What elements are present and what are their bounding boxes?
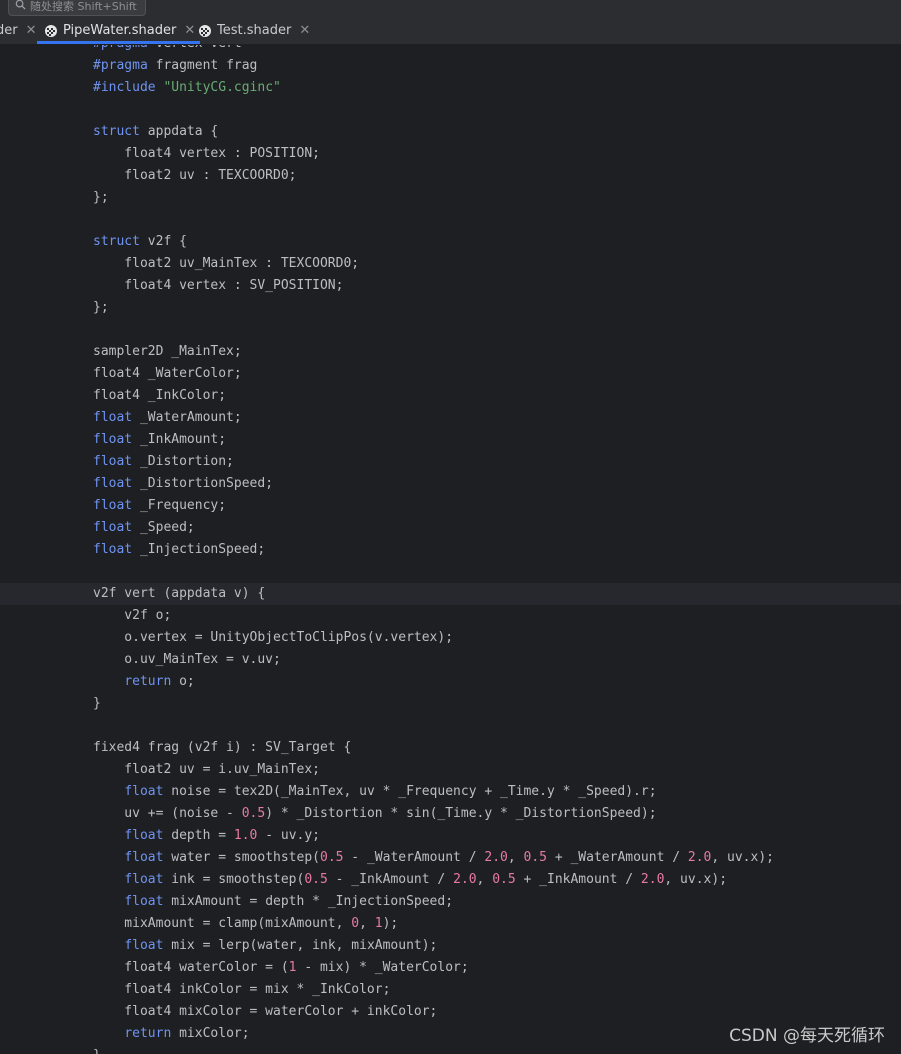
code-line[interactable]: #pragma vertex vert [0,45,901,55]
top-toolbar: 随处搜索 Shift+Shift [0,0,901,17]
code-line[interactable]: v2f o; [0,605,901,627]
code-line[interactable]: }; [0,187,901,209]
code-line[interactable]: float4 _InkColor; [0,385,901,407]
code-line[interactable]: float mixAmount = depth * _InjectionSpee… [0,891,901,913]
code-line[interactable]: float4 inkColor = mix * _InkColor; [0,979,901,1001]
code-line[interactable]: float depth = 1.0 - uv.y; [0,825,901,847]
tab-label: PipeWater.shader [63,23,177,38]
code-line[interactable]: }; [0,297,901,319]
editor-tab-bar: der ✕ PipeWater.shader ✕ Test.shader ✕ [0,17,901,45]
code-line[interactable]: float mix = lerp(water, ink, mixAmount); [0,935,901,957]
shader-file-icon [198,24,212,38]
search-placeholder: 随处搜索 Shift+Shift [30,0,137,13]
code-line[interactable]: fixed4 frag (v2f i) : SV_Target { [0,737,901,759]
search-icon [15,0,26,13]
tab-label: Test.shader [217,23,292,38]
code-line[interactable]: float water = smoothstep(0.5 - _WaterAmo… [0,847,901,869]
code-line[interactable]: float _InjectionSpeed; [0,539,901,561]
code-line[interactable]: #pragma fragment frag [0,55,901,77]
code-content[interactable]: #pragma vertex vert#pragma fragment frag… [0,45,901,1054]
code-line[interactable]: #include "UnityCG.cginc" [0,77,901,99]
code-line[interactable]: float2 uv_MainTex : TEXCOORD0; [0,253,901,275]
code-line[interactable] [0,319,901,341]
close-icon[interactable]: ✕ [299,23,310,38]
tab-pipewater-shader[interactable]: PipeWater.shader ✕ [37,17,201,44]
code-line[interactable]: float4 vertex : SV_POSITION; [0,275,901,297]
code-line[interactable] [0,715,901,737]
code-line[interactable]: o.uv_MainTex = v.uv; [0,649,901,671]
code-line[interactable]: float ink = smoothstep(0.5 - _InkAmount … [0,869,901,891]
tab-label: der [0,23,18,38]
code-line[interactable]: uv += (noise - 0.5) * _Distortion * sin(… [0,803,901,825]
code-line[interactable]: o.vertex = UnityObjectToClipPos(v.vertex… [0,627,901,649]
code-line[interactable]: } [0,1045,901,1054]
code-line[interactable] [0,561,901,583]
code-line[interactable] [0,99,901,121]
code-line[interactable]: struct v2f { [0,231,901,253]
watermark: CSDN @每天死循环 [729,1026,885,1046]
close-icon[interactable]: ✕ [26,23,37,38]
code-line[interactable]: struct appdata { [0,121,901,143]
code-line[interactable]: mixAmount = clamp(mixAmount, 0, 1); [0,913,901,935]
code-line[interactable]: float4 vertex : POSITION; [0,143,901,165]
code-line[interactable]: float4 _WaterColor; [0,363,901,385]
code-editor[interactable]: #pragma vertex vert#pragma fragment frag… [0,45,901,1054]
search-everywhere[interactable]: 随处搜索 Shift+Shift [8,0,146,16]
code-line[interactable]: float _Distortion; [0,451,901,473]
code-line[interactable]: } [0,693,901,715]
code-line[interactable]: float _Speed; [0,517,901,539]
code-line[interactable]: float2 uv : TEXCOORD0; [0,165,901,187]
tab-test-shader[interactable]: Test.shader ✕ [198,17,310,44]
code-line[interactable]: float _InkAmount; [0,429,901,451]
tab-shader-partial[interactable]: der ✕ [0,17,37,44]
code-line[interactable] [0,209,901,231]
code-line[interactable]: float2 uv = i.uv_MainTex; [0,759,901,781]
code-line[interactable]: float4 mixColor = waterColor + inkColor; [0,1001,901,1023]
code-line[interactable]: float _DistortionSpeed; [0,473,901,495]
shader-file-icon [44,24,58,38]
code-line[interactable]: float noise = tex2D(_MainTex, uv * _Freq… [0,781,901,803]
code-line[interactable]: float _Frequency; [0,495,901,517]
code-line[interactable]: return o; [0,671,901,693]
code-line[interactable]: sampler2D _MainTex; [0,341,901,363]
code-line[interactable]: float _WaterAmount; [0,407,901,429]
code-line[interactable]: v2f vert (appdata v) { [0,583,901,605]
code-line[interactable]: float4 waterColor = (1 - mix) * _WaterCo… [0,957,901,979]
close-icon[interactable]: ✕ [184,23,195,38]
